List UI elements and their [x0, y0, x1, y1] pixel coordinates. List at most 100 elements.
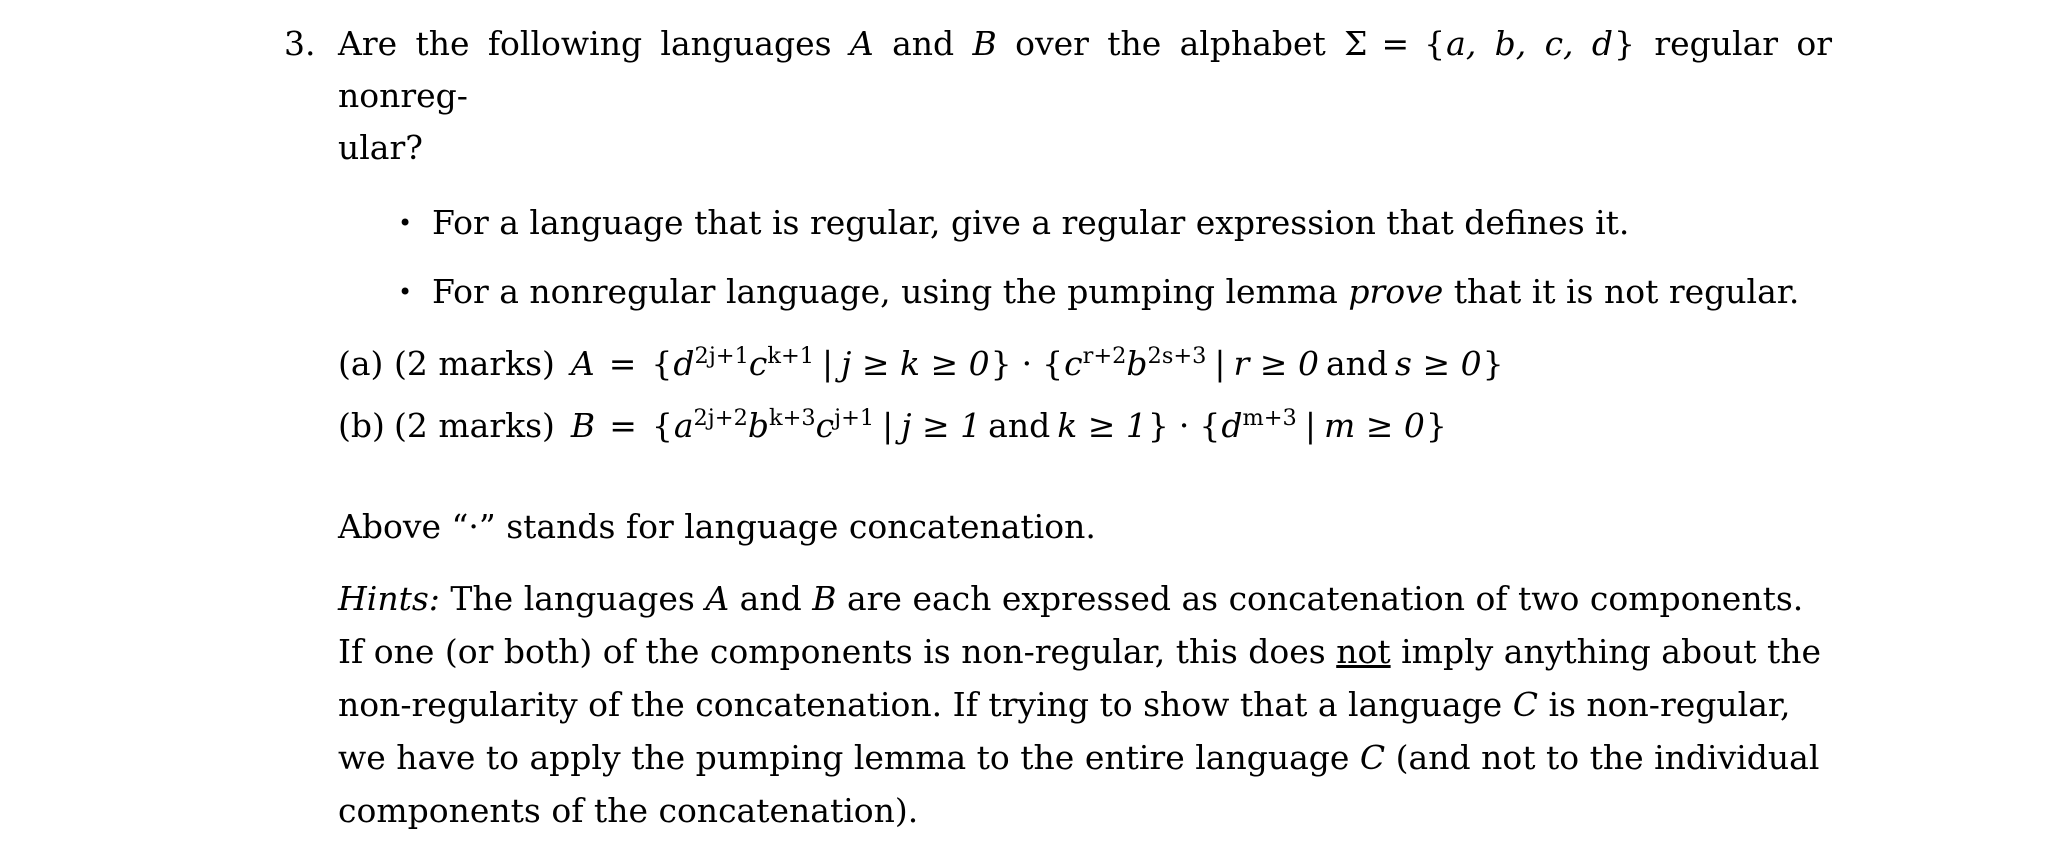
subitem-a: (a) (2 marks) A = {d2j+1ck+1 | j ≥ k ≥ 0} · {c…: [338, 336, 1884, 392]
bullet-emphasis-prove: prove: [1348, 272, 1444, 311]
eq-b-set1-base2: b: [747, 406, 769, 445]
concatenation-note-suffix: stands for language concatenation.: [506, 507, 1096, 546]
eq-a-set1-base1: d: [673, 344, 695, 383]
eq-a-set1-cond: j ≥ k ≥ 0: [841, 344, 990, 383]
list-item: • For a nonregular language, using the p…: [398, 267, 1884, 317]
problem-body: Are the following languages A and B over…: [338, 18, 1884, 460]
bullet-text: For a language that is regular, give a r…: [432, 198, 1629, 248]
eq-a-set2-cond-a: r ≥ 0: [1233, 344, 1319, 383]
alphabet-letters: a, b, c, d: [1446, 24, 1614, 63]
stem-text-over: over the alphabet: [1015, 24, 1326, 63]
hints-var-a: A: [705, 579, 730, 618]
problem-number: 3.: [284, 24, 316, 63]
hints-line-2: If one (or both) of the components is no…: [338, 625, 1866, 678]
bullet-dot-icon: •: [398, 278, 413, 306]
hints-l3a: non-regularity of the concatenation. If …: [338, 685, 1503, 724]
eq-b-set1-cond-b: k ≥ 1: [1057, 406, 1147, 445]
alphabet-close-brace: }: [1614, 24, 1636, 63]
eq-b-set2-base1: d: [1221, 406, 1243, 445]
eq-a-set2-mid: |: [1214, 344, 1226, 383]
bullet-part: that it is not regular.: [1443, 272, 1800, 311]
hints-l1c: are each expressed as concatenation of t…: [846, 579, 1804, 618]
eq-b-set1-open: {: [651, 406, 673, 445]
eq-b-set2-open: {: [1199, 406, 1221, 445]
eq-a-lhs: A: [570, 344, 595, 383]
eq-b-set1-mid: |: [882, 406, 894, 445]
eq-b-set1-exp3: j+1: [834, 405, 875, 431]
hints-var-b: B: [812, 579, 837, 618]
eq-a-set1-open: {: [651, 344, 673, 383]
eq-a-set1-exp1: 2j+1: [694, 343, 749, 369]
hints-l4a: we have to apply the pumping lemma to th…: [338, 738, 1350, 777]
subitem-a-equation: A = {d2j+1ck+1 | j ≥ k ≥ 0} · {cr+2b2s+3 | r ≥ 0…: [571, 336, 1505, 392]
bullet-dot-icon: •: [398, 209, 413, 237]
hints-line-1: Hints: The languages A and B are each ex…: [338, 572, 1866, 625]
hints-var-c-1: C: [1512, 685, 1538, 724]
subitem-b-label: (b): [338, 406, 385, 445]
eq-b-set2-mid: |: [1304, 406, 1316, 445]
bullet-list: • For a language that is regular, give a…: [338, 198, 1884, 317]
hints-l1b: and: [739, 579, 802, 618]
hints-var-c-2: C: [1359, 738, 1386, 777]
eq-a-set2-cond-join: and: [1325, 344, 1389, 383]
stem-text-before: Are the following languages: [338, 24, 832, 63]
eq-b-set2-close: }: [1425, 406, 1447, 445]
subitem-b-marks: (2 marks): [394, 406, 555, 445]
eq-b-set1-base1: a: [673, 406, 694, 445]
stem-var-a: A: [849, 24, 874, 63]
eq-a-set2-exp1: r+2: [1082, 343, 1127, 369]
eq-a-set2-base1: c: [1064, 344, 1083, 383]
hints-underlined-not: not: [1336, 632, 1391, 671]
stem-text-and: and: [892, 24, 955, 63]
eq-a-set1-base2: c: [748, 344, 768, 383]
hints-line-3: non-regularity of the concatenation. If …: [338, 678, 1866, 731]
problem-stem-line-2: ular?: [338, 128, 423, 167]
concatenation-note: Above “·” stands for language concatenat…: [338, 502, 1096, 552]
concatenation-note-prefix: Above: [338, 507, 441, 546]
list-item: • For a language that is regular, give a…: [398, 198, 1884, 248]
bullet-part: For a nonregular language, using the pum…: [432, 272, 1349, 311]
eq-a-set1-mid: |: [822, 344, 834, 383]
eq-a-set2-exp2: 2s+3: [1147, 343, 1207, 369]
document-page: 3. Are the following languages A and B o…: [0, 0, 2048, 865]
eq-b-equals: =: [609, 406, 637, 445]
hints-l3b: is non-regular,: [1548, 685, 1791, 724]
concatenation-symbol: “·”: [451, 507, 496, 546]
hints-line-4: we have to apply the pumping lemma to th…: [338, 731, 1866, 784]
eq-a-set2-cond-b: s ≥ 0: [1395, 344, 1482, 383]
eq-b-set1-exp2: k+3: [768, 405, 816, 431]
eq-b-set1-base3: c: [815, 406, 835, 445]
eq-b-lhs: B: [570, 406, 596, 445]
subitem-a-marks: (2 marks): [394, 344, 555, 383]
eq-a-set1-close: }: [990, 344, 1012, 383]
eq-a-set2-base2: b: [1126, 344, 1148, 383]
eq-b-set1-cond-a: j ≥ 1: [901, 406, 982, 445]
eq-a-set2-close: }: [1482, 344, 1504, 383]
eq-a-concat-operator: ·: [1021, 344, 1033, 383]
stem-var-b: B: [972, 24, 997, 63]
subitem-b-equation: B = {a2j+2bk+3cj+1 | j ≥ 1 and k ≥ 1} · {dm+3 | m …: [571, 398, 1448, 454]
eq-b-concat-operator: ·: [1178, 406, 1190, 445]
hints-l2b: imply anything about the: [1401, 632, 1821, 671]
problem-stem-row: 3. Are the following languages A and B o…: [284, 18, 1884, 460]
eq-b-set1-close: }: [1147, 406, 1169, 445]
eq-b-set1-cond-join: and: [988, 406, 1051, 445]
subitem-b: (b) (2 marks) B = {a2j+2bk+3cj+1 | j ≥ 1 and k…: [338, 398, 1884, 454]
eq-b-set2-exp1: m+3: [1242, 405, 1297, 431]
eq-a-set2-open: {: [1042, 344, 1064, 383]
alphabet-open-brace: {: [1424, 24, 1446, 63]
hints-l2a: If one (or both) of the components is no…: [338, 632, 1326, 671]
eq-a-equals: =: [608, 344, 637, 383]
subitem-a-label: (a): [338, 344, 384, 383]
eq-a-set1-exp2: k+1: [767, 343, 815, 369]
bullet-part: For a language that is regular, give a r…: [432, 203, 1630, 242]
problem-3: 3. Are the following languages A and B o…: [284, 18, 1884, 460]
eq-b-set2-cond: m ≥ 0: [1323, 406, 1425, 445]
bullet-text: For a nonregular language, using the pum…: [432, 267, 1799, 317]
hints-line-5: components of the concatenation).: [338, 791, 919, 830]
problem-stem-line-1: Are the following languages A and B over…: [338, 18, 1832, 122]
eq-b-set1-exp1: 2j+2: [693, 405, 748, 431]
equals-symbol: =: [1381, 24, 1410, 63]
sigma-symbol: Σ: [1344, 24, 1368, 63]
hints-l4b: (and not to the individual: [1395, 738, 1820, 777]
